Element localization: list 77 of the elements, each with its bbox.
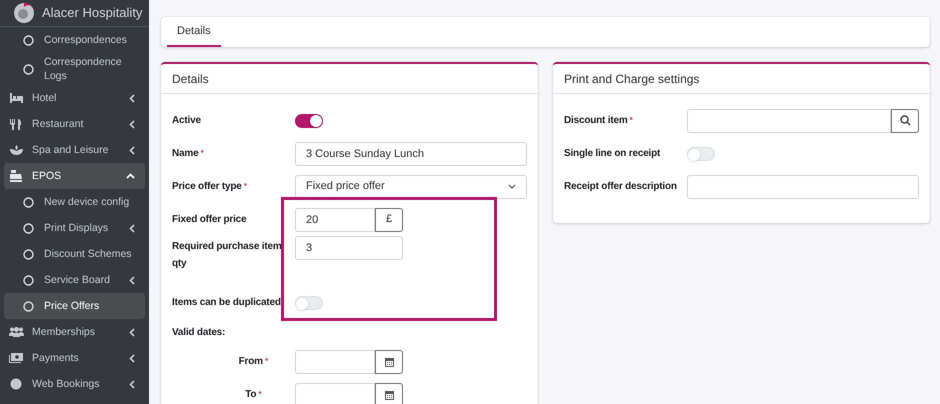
chevron-up-icon	[126, 173, 135, 179]
field-label: Fixed offer price	[172, 213, 246, 227]
required-marker: *	[264, 355, 268, 368]
sidebar-item[interactable]: New device config	[4, 189, 145, 215]
cash-register-icon	[10, 170, 22, 182]
field-label: From	[238, 355, 263, 369]
chevron-left-icon	[129, 146, 135, 154]
sidebar-item[interactable]: Print Displays	[4, 215, 145, 241]
currency-symbol: £	[375, 208, 403, 232]
select-field[interactable]: Fixed price offer	[295, 174, 527, 198]
brand-name: Alacer Hospitality	[42, 4, 142, 22]
required-marker: *	[200, 147, 204, 160]
circle-icon	[22, 300, 34, 312]
chevron-left-icon	[129, 224, 135, 232]
calendar-button[interactable]	[375, 382, 403, 404]
sidebar-item[interactable]: EPOS	[4, 163, 145, 189]
field-label: Price offer type	[172, 180, 242, 194]
tab[interactable]: Details	[167, 17, 221, 47]
required-marker: *	[630, 114, 634, 127]
sidebar-item[interactable]: Payments	[4, 345, 145, 371]
text-field[interactable]: 3 Course Sunday Lunch	[295, 142, 527, 166]
circle-icon	[22, 274, 34, 286]
sidebar-item[interactable]: Web Bookings	[4, 371, 145, 397]
toggle-switch[interactable]	[687, 146, 715, 160]
sidebar-item[interactable]: Correspondence Logs	[4, 53, 145, 85]
required-marker: *	[244, 180, 248, 193]
users-icon	[8, 327, 24, 337]
card-title: Print and Charge settings	[564, 70, 700, 88]
sidebar-item[interactable]: Service Board	[4, 267, 145, 293]
sidebar-item[interactable]: Restaurant	[4, 111, 145, 137]
chevron-left-icon	[129, 120, 135, 128]
circle-icon	[22, 34, 34, 46]
chevron-left-icon	[129, 94, 135, 102]
circle-icon	[22, 196, 34, 208]
field-label: Name	[172, 147, 198, 161]
field-label: Receipt offer description	[564, 180, 677, 194]
date-field[interactable]	[295, 350, 375, 374]
chevron-left-icon	[129, 276, 135, 284]
circle-icon	[22, 64, 34, 74]
logo-icon	[14, 3, 34, 23]
search-button[interactable]	[891, 108, 919, 132]
field-label: Discount item	[564, 114, 628, 128]
sidebar-item[interactable]: Spa and Leisure	[4, 137, 145, 163]
spa-icon	[10, 145, 22, 155]
bed-icon	[10, 93, 22, 103]
field-label: To	[245, 388, 256, 402]
utensils-icon	[10, 118, 22, 130]
field-label: Items can be duplicated	[172, 296, 281, 310]
chevron-left-icon	[129, 328, 135, 336]
toggle-switch[interactable]	[295, 296, 323, 310]
circle-icon	[22, 222, 34, 234]
sidebar-item[interactable]: Memberships	[4, 319, 145, 345]
text-field[interactable]	[687, 174, 919, 198]
toggle-switch[interactable]	[295, 114, 323, 128]
sidebar-item[interactable]: Discount Schemes	[4, 241, 145, 267]
sidebar-item[interactable]: Hotel	[4, 85, 145, 111]
money-icon	[9, 352, 23, 364]
sidebar-item[interactable]: Correspondences	[4, 27, 145, 53]
qty-field[interactable]: 3	[295, 236, 403, 260]
field-label: Required purchase item qty	[172, 240, 283, 271]
search-icon	[900, 115, 910, 126]
chevron-left-icon	[129, 354, 135, 362]
date-field[interactable]	[295, 382, 375, 404]
chevron-down-icon	[508, 184, 516, 189]
circle-icon	[22, 248, 34, 260]
chevron-left-icon	[129, 380, 135, 388]
field-label: Active	[172, 114, 201, 128]
sidebar-item[interactable]: Price Offers	[4, 293, 145, 319]
card-title: Details	[172, 70, 209, 88]
calendar-icon	[384, 356, 394, 366]
search-field[interactable]	[687, 108, 891, 132]
required-marker: *	[258, 388, 262, 401]
field-label: Single line on receipt	[564, 147, 660, 161]
price-field[interactable]: 20	[295, 208, 375, 232]
calendar-button[interactable]	[375, 350, 403, 374]
field-label: Valid dates:	[172, 326, 226, 340]
calendar-icon	[384, 390, 394, 400]
